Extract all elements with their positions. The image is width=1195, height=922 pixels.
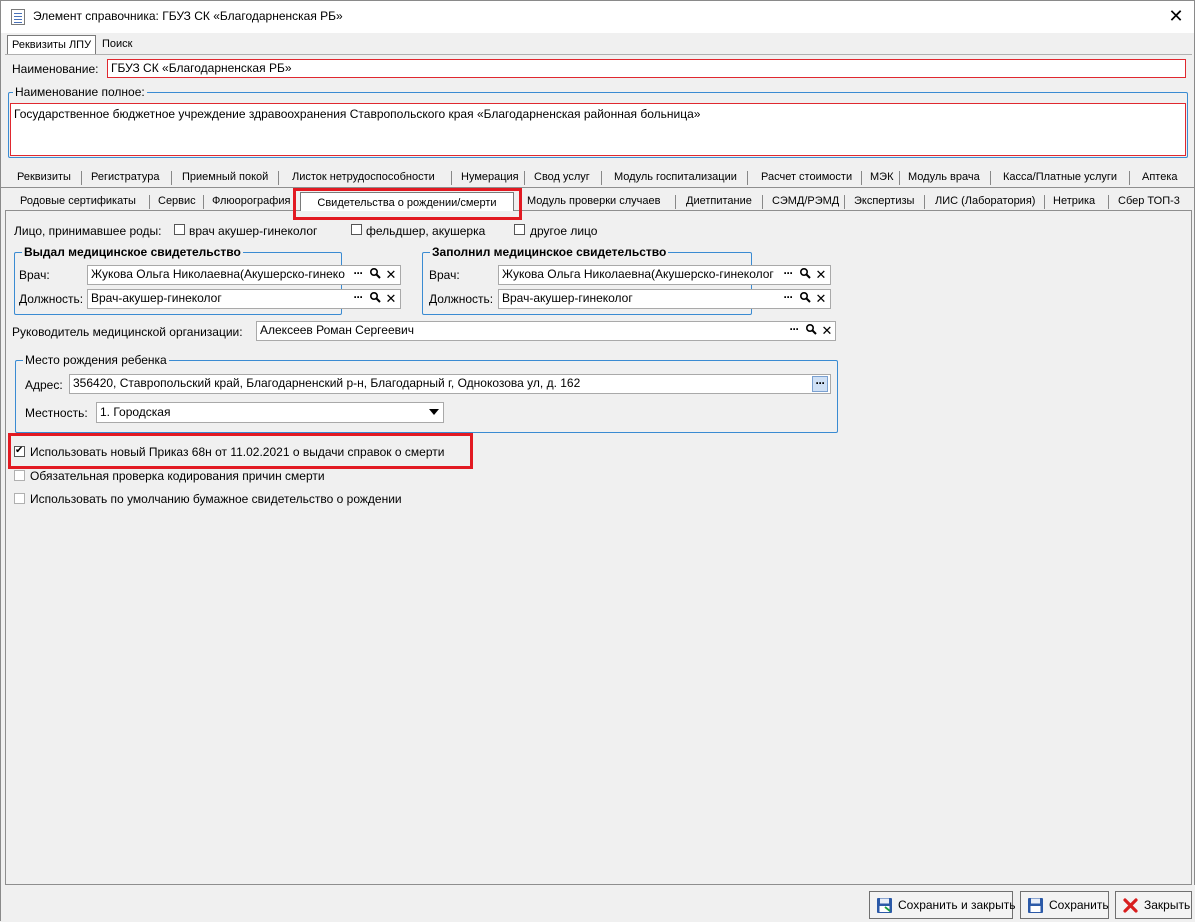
tab-services[interactable]: Свод услуг bbox=[534, 171, 590, 183]
highlight-active-tab bbox=[293, 188, 522, 220]
issued-position-select-button[interactable]: ··· bbox=[351, 291, 365, 307]
tab-doctor-module[interactable]: Модуль врача bbox=[908, 171, 980, 183]
full-name-label: Наименование полное: bbox=[13, 85, 147, 99]
chevron-down-icon bbox=[429, 409, 439, 415]
save-and-close-label: Сохранить и закрыть bbox=[898, 898, 1016, 912]
filled-position-search-icon[interactable] bbox=[798, 291, 812, 307]
birth-person-label: Лицо, принимавшее роды: bbox=[14, 224, 162, 238]
tab-reception[interactable]: Приемный покой bbox=[182, 171, 268, 183]
tab-hospitalization[interactable]: Модуль госпитализации bbox=[614, 171, 737, 183]
issued-legend: Выдал медицинское свидетельство bbox=[22, 245, 243, 259]
tab-birth-certificates[interactable]: Родовые сертификаты bbox=[20, 195, 136, 207]
head-select-button[interactable]: ··· bbox=[787, 323, 801, 339]
tab-diet[interactable]: Диетпитание bbox=[686, 195, 752, 207]
tab-lis[interactable]: ЛИС (Лаборатория) bbox=[935, 195, 1035, 207]
checkbox-midwife[interactable] bbox=[351, 224, 362, 235]
tab-requisites[interactable]: Реквизиты bbox=[17, 171, 71, 183]
other-person-label: другое лицо bbox=[530, 224, 598, 238]
issued-position-clear-icon[interactable]: ✕ bbox=[384, 291, 398, 307]
tab-semd[interactable]: СЭМД/РЭМД bbox=[772, 195, 839, 207]
address-select-button[interactable]: ··· bbox=[812, 376, 828, 392]
tab-pharmacy[interactable]: Аптека bbox=[1142, 171, 1178, 183]
name-label: Наименование: bbox=[12, 62, 99, 76]
locality-value: 1. Городская bbox=[100, 405, 171, 419]
checkbox-obstetrician[interactable] bbox=[174, 224, 185, 235]
tab-lpu-requisites[interactable]: Реквизиты ЛПУ bbox=[7, 35, 97, 55]
bottom-button-bar: Сохранить и закрыть Сохранить Закрыть bbox=[1, 885, 1195, 922]
close-button[interactable]: Закрыть bbox=[1115, 891, 1192, 919]
full-name-textarea[interactable]: Государственное бюджетное учреждение здр… bbox=[10, 103, 1186, 156]
locality-select[interactable]: 1. Городская bbox=[96, 402, 444, 423]
tab-case-check[interactable]: Модуль проверки случаев bbox=[527, 195, 660, 207]
filled-doctor-clear-icon[interactable]: ✕ bbox=[814, 267, 828, 283]
tab-row-divider bbox=[1, 187, 1195, 188]
head-label: Руководитель медицинской организации: bbox=[12, 325, 243, 339]
tab-search[interactable]: Поиск bbox=[98, 35, 136, 54]
midwife-label: фельдшер, акушерка bbox=[366, 224, 486, 238]
tab-registry[interactable]: Регистратура bbox=[91, 171, 159, 183]
window-close-button[interactable]: ✕ bbox=[1164, 5, 1188, 27]
save-label: Сохранить bbox=[1049, 898, 1109, 912]
tab-service[interactable]: Сервис bbox=[158, 195, 196, 207]
tab-fluorography[interactable]: Флюорография bbox=[212, 195, 290, 207]
highlight-new-order-checkbox bbox=[8, 433, 473, 469]
issued-position-label: Должность: bbox=[19, 292, 84, 306]
red-x-icon bbox=[1123, 898, 1138, 913]
birthplace-legend: Место рождения ребенка bbox=[23, 353, 169, 367]
locality-label: Местность: bbox=[25, 406, 88, 420]
filled-position-label: Должность: bbox=[429, 292, 494, 306]
head-search-icon[interactable] bbox=[804, 323, 818, 339]
title-bar: Элемент справочника: ГБУЗ СК «Благодарне… bbox=[1, 1, 1194, 33]
filled-position-clear-icon[interactable]: ✕ bbox=[814, 291, 828, 307]
tab-row-1: Реквизиты Регистратура Приемный покой Ли… bbox=[1, 167, 1195, 189]
issued-doctor-clear-icon[interactable]: ✕ bbox=[384, 267, 398, 283]
tab-cost[interactable]: Расчет стоимости bbox=[761, 171, 852, 183]
issued-doctor-search-icon[interactable] bbox=[368, 267, 382, 283]
document-icon bbox=[11, 9, 25, 25]
filled-doctor-select-button[interactable]: ··· bbox=[781, 267, 795, 283]
head-clear-icon[interactable]: ✕ bbox=[820, 323, 834, 339]
filled-position-select-button[interactable]: ··· bbox=[781, 291, 795, 307]
close-label: Закрыть bbox=[1144, 898, 1191, 912]
filled-doctor-label: Врач: bbox=[429, 268, 460, 282]
tab-cashier[interactable]: Касса/Платные услуги bbox=[1003, 171, 1117, 183]
tab-expertise[interactable]: Экспертизы bbox=[854, 195, 914, 207]
issued-doctor-label: Врач: bbox=[19, 268, 50, 282]
head-input[interactable]: Алексеев Роман Сергеевич bbox=[256, 321, 836, 341]
death-cause-coding-label: Обязательная проверка кодирования причин… bbox=[30, 469, 325, 483]
address-label: Адрес: bbox=[25, 378, 63, 392]
save-button[interactable]: Сохранить bbox=[1020, 891, 1109, 919]
obstetrician-label: врач акушер-гинеколог bbox=[189, 224, 318, 238]
issued-doctor-select-button[interactable]: ··· bbox=[351, 267, 365, 283]
name-input[interactable]: ГБУЗ СК «Благодарненская РБ» bbox=[107, 59, 1186, 78]
save-and-close-button[interactable]: Сохранить и закрыть bbox=[869, 891, 1016, 919]
paper-birth-certificate-label: Использовать по умолчанию бумажное свиде… bbox=[30, 492, 402, 506]
tab-sick-leave[interactable]: Листок нетрудоспособности bbox=[292, 171, 435, 183]
tab-sber-top3[interactable]: Сбер ТОП-3 bbox=[1118, 195, 1180, 207]
window-title: Элемент справочника: ГБУЗ СК «Благодарне… bbox=[33, 9, 343, 23]
tab-netrika[interactable]: Нетрика bbox=[1053, 195, 1095, 207]
address-input[interactable]: 356420, Ставропольский край, Благодарнен… bbox=[69, 374, 831, 394]
floppy-disk-icon bbox=[877, 898, 892, 913]
checkbox-death-cause-coding[interactable] bbox=[14, 470, 25, 481]
dialog-window: Элемент справочника: ГБУЗ СК «Благодарне… bbox=[0, 0, 1195, 922]
checkbox-paper-birth-certificate[interactable] bbox=[14, 493, 25, 504]
tab-numbering[interactable]: Нумерация bbox=[461, 171, 519, 183]
tab-mek[interactable]: МЭК bbox=[870, 171, 893, 183]
filled-doctor-search-icon[interactable] bbox=[798, 267, 812, 283]
issued-position-search-icon[interactable] bbox=[368, 291, 382, 307]
filled-legend: Заполнил медицинское свидетельство bbox=[430, 245, 669, 259]
checkbox-other-person[interactable] bbox=[514, 224, 525, 235]
floppy-disk-icon bbox=[1028, 898, 1043, 913]
